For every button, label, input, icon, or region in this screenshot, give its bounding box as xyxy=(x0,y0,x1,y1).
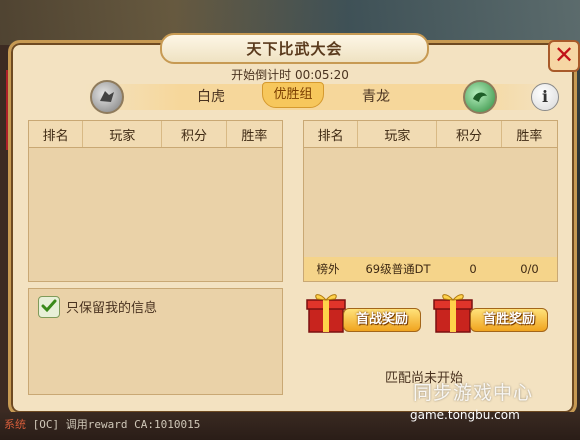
info-button[interactable]: i xyxy=(531,83,559,111)
white-tiger-emblem-icon xyxy=(90,80,124,114)
chat-text: [OC] 调用reward CA:1010015 xyxy=(32,418,201,431)
my-win-rate: 0/0 xyxy=(520,262,539,276)
azure-dragon-emblem-icon xyxy=(463,80,497,114)
chat-channel: 系统 xyxy=(4,418,26,431)
dialog-title-banner: 天下比武大会 xyxy=(160,33,429,64)
header-rank: 排名 xyxy=(304,121,359,147)
header-score: 积分 xyxy=(162,121,227,147)
checkmark-icon xyxy=(41,299,57,313)
chat-message: 系统 [OC] 调用reward CA:1010015 xyxy=(4,416,200,432)
first-battle-reward-label: 首战奖励 xyxy=(343,308,421,332)
header-rank: 排名 xyxy=(29,121,84,147)
team-left-name: 白虎 xyxy=(197,89,225,105)
header-player: 玩家 xyxy=(358,121,438,147)
first-win-reward-button[interactable]: 首胜奖励 xyxy=(432,290,548,334)
left-ranking-header: 排名 玩家 积分 胜率 xyxy=(29,121,282,148)
watermark-title: 同步游戏中心 xyxy=(413,382,534,404)
only-my-info-label: 只保留我的信息 xyxy=(66,301,158,316)
group-tab-winners[interactable]: 优胜组 xyxy=(262,82,324,108)
right-ranking-header: 排名 玩家 积分 胜率 xyxy=(304,121,557,148)
header-score: 积分 xyxy=(437,121,502,147)
my-rank: 榜外 xyxy=(316,262,340,276)
header-win-rate: 胜率 xyxy=(241,128,268,144)
watermark-url: game.tongbu.com xyxy=(410,408,520,422)
right-ranking-panel: 排名 玩家 积分 胜率 榜外 69级普通DT 0 0/0 xyxy=(303,120,558,282)
header-player: 玩家 xyxy=(83,121,163,147)
first-battle-reward-button[interactable]: 首战奖励 xyxy=(305,290,421,334)
countdown-timer: 开始倒计时 00:05:20 xyxy=(231,68,349,82)
my-ranking-row: 榜外 69级普通DT 0 0/0 xyxy=(304,257,557,281)
info-icon: i xyxy=(541,87,549,106)
only-my-info-checkbox[interactable] xyxy=(38,296,60,318)
left-ranking-panel: 排名 玩家 积分 胜率 xyxy=(28,120,283,282)
team-right-name: 青龙 xyxy=(362,89,390,105)
my-score: 0 xyxy=(469,262,477,276)
first-win-reward-label: 首胜奖励 xyxy=(470,308,548,332)
close-icon: ✕ xyxy=(553,41,575,69)
my-player-name: 69级普通DT xyxy=(365,262,431,276)
header-win-rate: 胜率 xyxy=(516,128,543,144)
dialog-title: 天下比武大会 xyxy=(246,40,343,58)
